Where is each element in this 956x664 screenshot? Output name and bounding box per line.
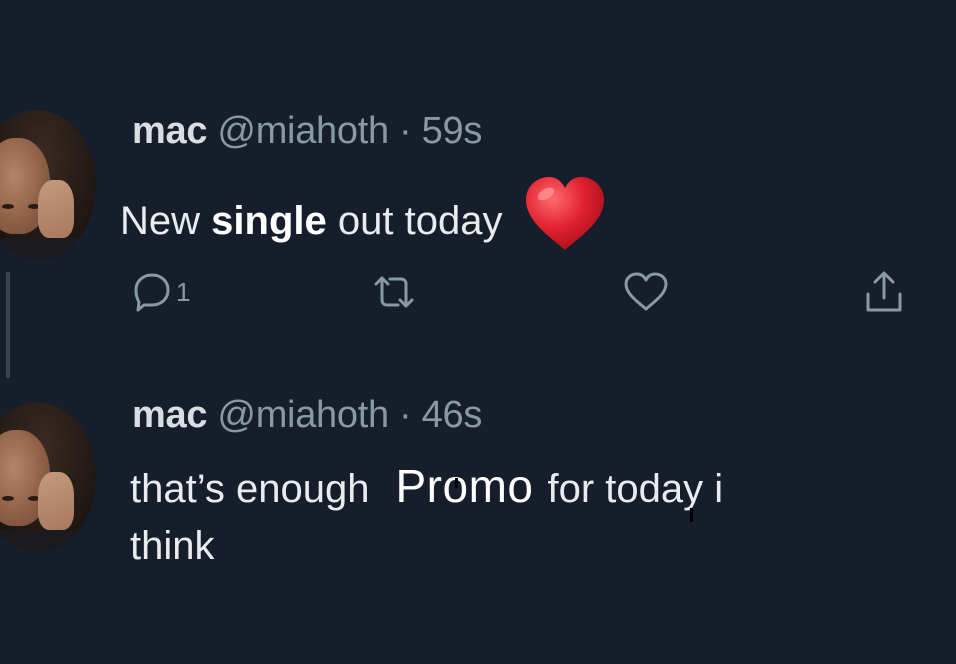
tweet-actions: 1 bbox=[130, 264, 930, 320]
reply-count: 1 bbox=[176, 276, 191, 307]
display-name[interactable]: mac bbox=[132, 110, 207, 152]
tweet-text-bold-word: single bbox=[211, 199, 327, 243]
separator: · bbox=[388, 110, 422, 152]
share-icon bbox=[866, 271, 902, 312]
avatar-shirt bbox=[0, 530, 96, 552]
avatar-eye bbox=[2, 204, 14, 209]
like-button[interactable] bbox=[622, 264, 670, 320]
separator: · bbox=[388, 394, 422, 436]
share-button[interactable] bbox=[862, 264, 906, 320]
avatar[interactable] bbox=[0, 110, 96, 260]
reply-icon bbox=[134, 273, 170, 312]
tweet-text-part: for today i bbox=[547, 467, 724, 511]
timestamp[interactable]: 59s bbox=[422, 110, 483, 152]
display-name[interactable]: mac bbox=[132, 394, 207, 436]
thread-connector-line bbox=[6, 272, 10, 378]
tweet-text: that’s enough Promo for today i think bbox=[130, 456, 950, 568]
edit-mark bbox=[690, 508, 693, 522]
inserted-word: Promo bbox=[395, 460, 534, 512]
handle[interactable]: @miahoth bbox=[217, 110, 389, 152]
avatar[interactable] bbox=[0, 402, 96, 552]
retweet-button[interactable] bbox=[368, 264, 420, 320]
tweet-2[interactable]: mac @miahoth · 46s that’s enough Promo for… bbox=[0, 370, 956, 664]
handle[interactable]: @miahoth bbox=[217, 394, 389, 436]
tweet-header: mac @miahoth · 46s bbox=[132, 394, 482, 437]
tweet-text-part: out today bbox=[337, 199, 503, 243]
tweet-thread-screenshot: mac @miahoth · 59s New single out today bbox=[0, 0, 956, 664]
tweet-1[interactable]: mac @miahoth · 59s New single out today bbox=[0, 0, 956, 378]
avatar-hand bbox=[38, 180, 74, 238]
tweet-text: New single out today bbox=[120, 174, 608, 254]
avatar-hand bbox=[38, 472, 74, 530]
tweet-text-line2: think bbox=[130, 524, 215, 568]
timestamp[interactable]: 46s bbox=[422, 394, 483, 436]
retweet-icon bbox=[374, 276, 414, 308]
reply-button[interactable]: 1 bbox=[130, 264, 190, 320]
tweet-text-part: New bbox=[120, 199, 201, 243]
tweet-header: mac @miahoth · 59s bbox=[132, 110, 482, 153]
heart-outline-icon bbox=[624, 272, 668, 311]
edit-mark bbox=[455, 478, 458, 488]
avatar-eye bbox=[2, 496, 14, 501]
avatar-shirt bbox=[0, 238, 96, 260]
red-heart-emoji-icon bbox=[522, 174, 608, 254]
tweet-text-part: that’s enough bbox=[130, 467, 370, 511]
